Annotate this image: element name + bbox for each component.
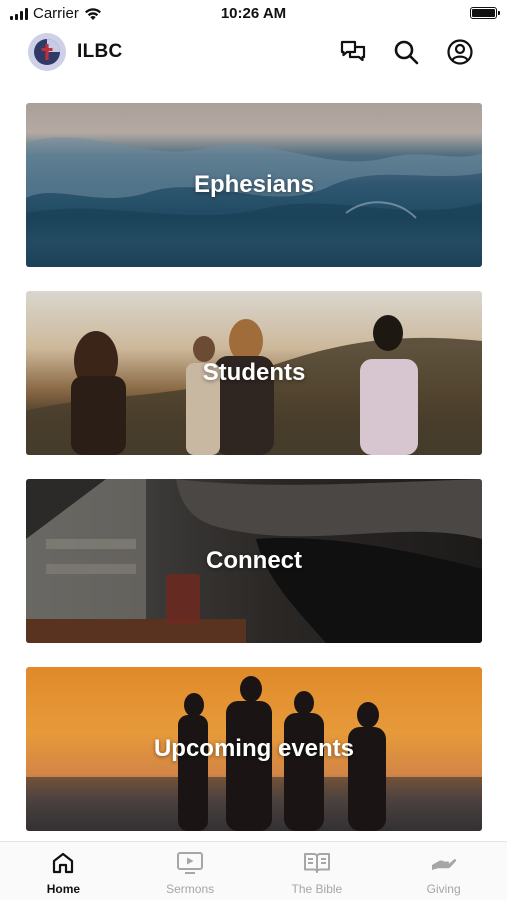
search-icon[interactable] xyxy=(392,38,420,66)
card-ephesians[interactable]: Ephesians xyxy=(26,103,482,267)
tab-label-giving: Giving xyxy=(426,882,461,896)
app-header: ILBC xyxy=(0,30,507,76)
card-connect[interactable]: Connect xyxy=(26,479,482,643)
book-icon xyxy=(303,850,331,876)
account-icon[interactable] xyxy=(446,38,474,66)
tab-label-sermons: Sermons xyxy=(166,882,215,896)
home-icon xyxy=(49,850,77,876)
content-cards: Ephesians Students Connect Upcoming even… xyxy=(26,103,482,855)
card-upcoming-events[interactable]: Upcoming events xyxy=(26,667,482,831)
card-label-connect: Connect xyxy=(206,547,302,574)
card-label-ephesians: Ephesians xyxy=(193,171,315,198)
battery-icon xyxy=(470,7,500,19)
tab-home[interactable]: Home xyxy=(0,842,127,900)
app-title: ILBC xyxy=(77,41,123,62)
tab-sermons[interactable]: Sermons xyxy=(127,842,254,900)
tab-label-the-bible: The Bible xyxy=(291,882,343,896)
tab-the-bible[interactable]: The Bible xyxy=(254,842,381,900)
tab-label-home: Home xyxy=(46,882,81,896)
church-logo-icon[interactable] xyxy=(28,33,66,71)
video-icon xyxy=(176,850,204,876)
chat-icon[interactable] xyxy=(339,38,367,66)
giving-hand-icon xyxy=(430,850,458,876)
status-time: 10:26 AM xyxy=(220,5,287,22)
card-label-students: Students xyxy=(202,359,306,386)
bottom-tab-bar: Home Sermons The Bible Giving xyxy=(0,841,507,900)
card-label-upcoming-events: Upcoming events xyxy=(153,735,355,762)
tab-giving[interactable]: Giving xyxy=(380,842,507,900)
card-students[interactable]: Students xyxy=(26,291,482,455)
status-bar: Carrier 10:26 AM xyxy=(0,0,507,28)
